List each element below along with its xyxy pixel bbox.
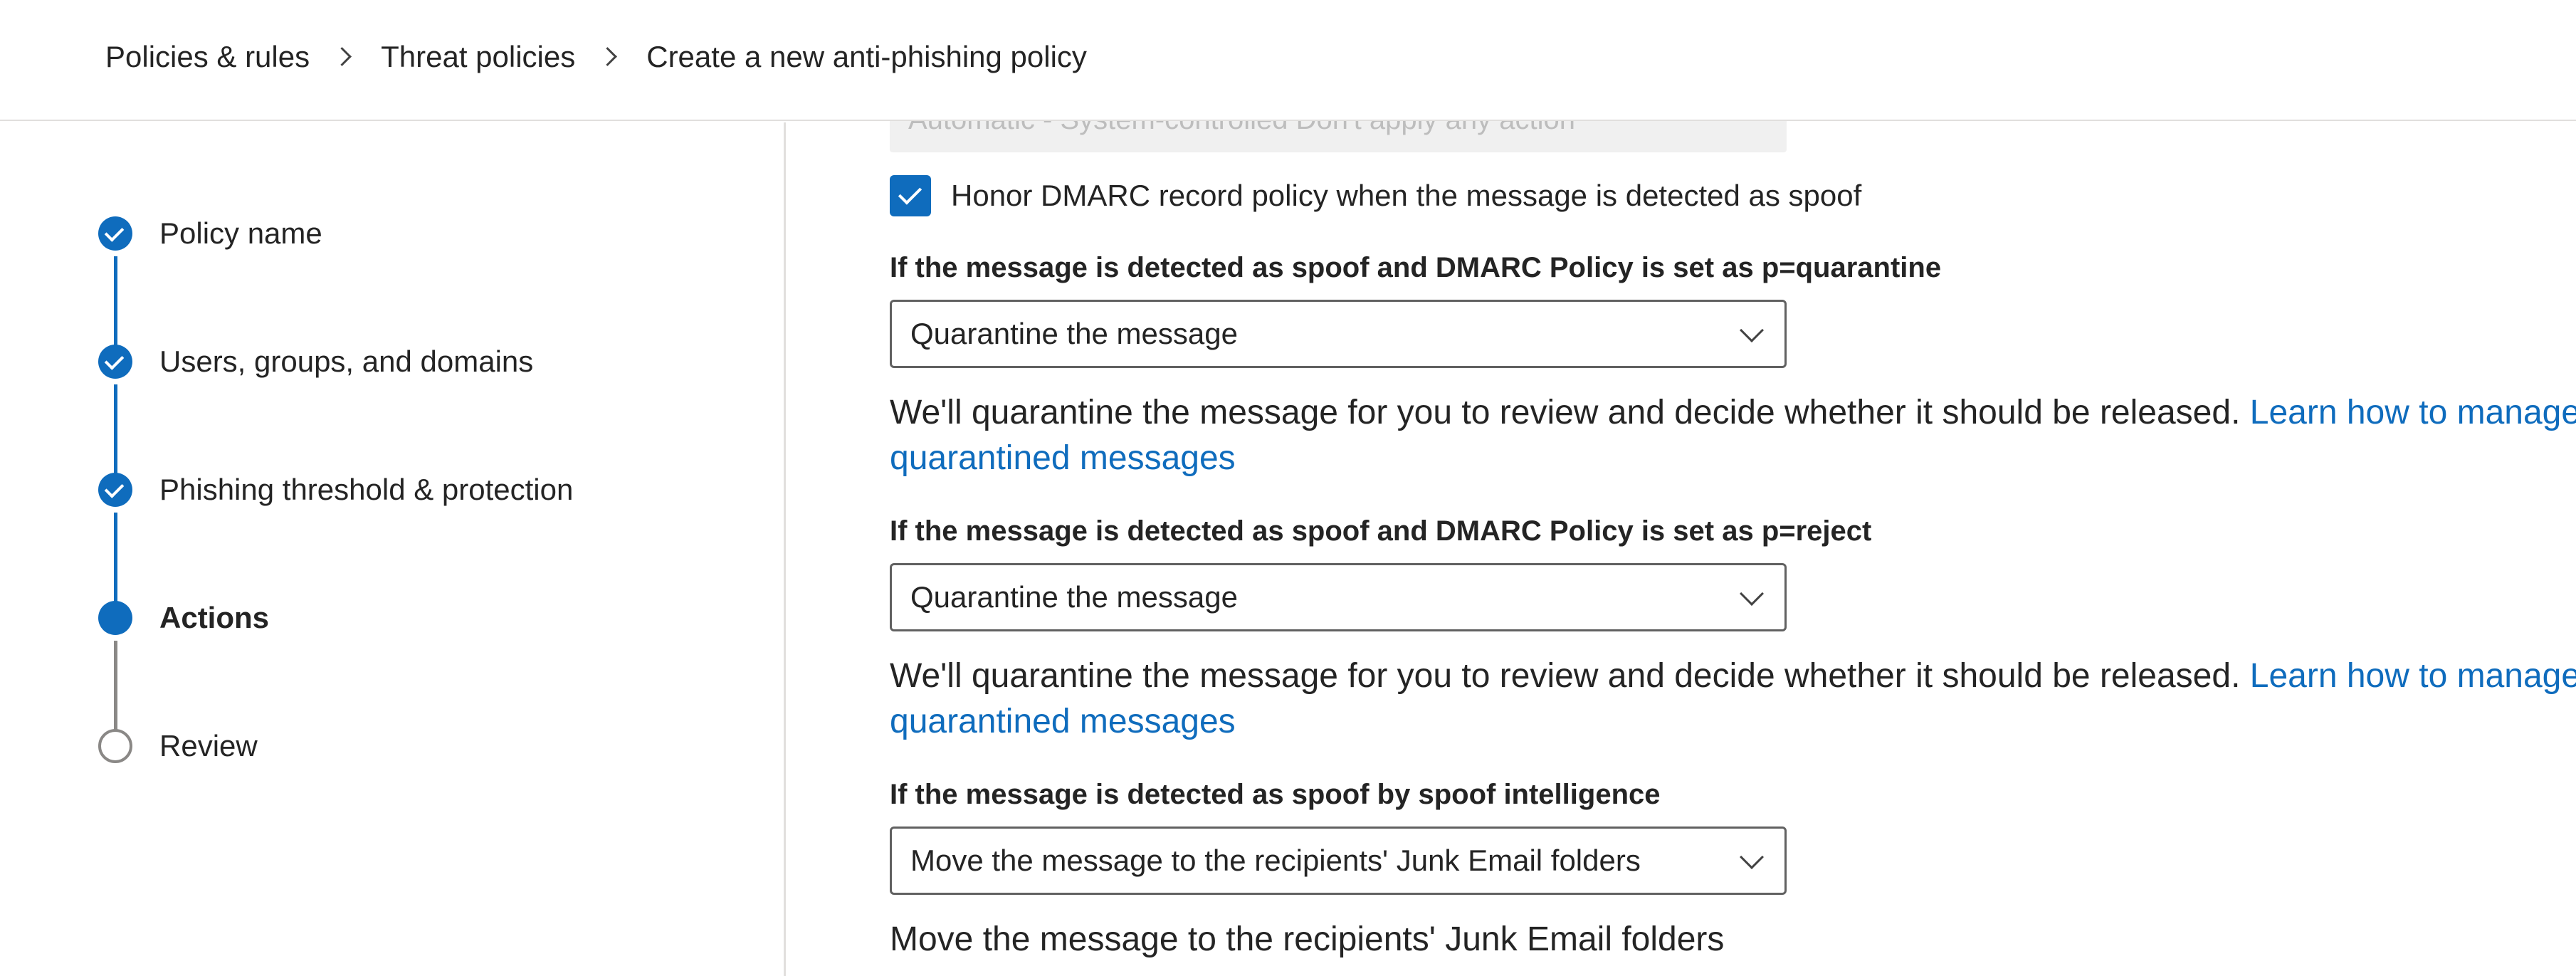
chevron-right-icon xyxy=(591,41,631,73)
step-connector xyxy=(114,384,117,476)
dmarc-quarantine-description: We'll quarantine the message for you to … xyxy=(890,390,2576,481)
dropdown-value: Quarantine the message xyxy=(910,317,1238,350)
dmarc-quarantine-dropdown[interactable]: Quarantine the message xyxy=(890,300,1787,368)
step-connector xyxy=(114,256,117,347)
step-complete-check-icon xyxy=(98,216,132,251)
step-current-dot-icon xyxy=(98,601,132,635)
step-connector xyxy=(114,513,117,604)
honor-dmarc-label: Honor DMARC record policy when the messa… xyxy=(951,179,1862,212)
dropdown-value: Quarantine the message xyxy=(910,580,1238,614)
breadcrumb-current: Create a new anti-phishing policy xyxy=(646,40,1087,73)
step-pending-circle-icon xyxy=(98,729,132,763)
wizard-step-actions[interactable]: Actions xyxy=(98,600,269,636)
step-label: Policy name xyxy=(159,216,322,250)
dropdown-value: Move the message to the recipients' Junk… xyxy=(910,844,1641,877)
step-label: Review xyxy=(159,729,258,762)
dmarc-reject-dropdown[interactable]: Quarantine the message xyxy=(890,563,1787,631)
wizard-step-review[interactable]: Review xyxy=(98,728,258,764)
spoof-intelligence-label: If the message is detected as spoof by s… xyxy=(890,779,1661,810)
wizard-step-policy-name[interactable]: Policy name xyxy=(98,216,322,251)
step-label: Users, groups, and domains xyxy=(159,345,534,378)
dmarc-quarantine-label: If the message is detected as spoof and … xyxy=(890,252,1942,283)
wizard-step-phishing-threshold[interactable]: Phishing threshold & protection xyxy=(98,472,573,508)
chevron-down-icon xyxy=(1740,582,1764,606)
chevron-down-icon xyxy=(1740,318,1764,342)
breadcrumb-threat-policies[interactable]: Threat policies xyxy=(381,40,575,74)
description-text: We'll quarantine the message for you to … xyxy=(890,394,2250,431)
honor-dmarc-checkbox-row[interactable]: Honor DMARC record policy when the messa… xyxy=(890,175,1861,216)
wizard-step-users-groups-domains[interactable]: Users, groups, and domains xyxy=(98,344,533,379)
description-text: We'll quarantine the message for you to … xyxy=(890,657,2250,695)
step-complete-check-icon xyxy=(98,345,132,379)
honor-dmarc-checkbox[interactable] xyxy=(890,175,931,216)
dmarc-reject-description: We'll quarantine the message for you to … xyxy=(890,654,2576,745)
spoof-intelligence-description: Move the message to the recipients' Junk… xyxy=(890,920,1725,958)
spoof-intelligence-dropdown[interactable]: Move the message to the recipients' Junk… xyxy=(890,827,1787,895)
step-complete-check-icon xyxy=(98,473,132,507)
wizard-steps-panel: Policy name Users, groups, and domains P… xyxy=(0,122,786,976)
page-header: Policies & rules Threat policies Create … xyxy=(0,0,2576,121)
step-connector xyxy=(114,641,117,732)
breadcrumb-policies-rules[interactable]: Policies & rules xyxy=(105,40,310,74)
step-label: Actions xyxy=(159,601,270,634)
step-label: Phishing threshold & protection xyxy=(159,473,574,506)
breadcrumb: Policies & rules Threat policies Create … xyxy=(105,40,1087,74)
dmarc-reject-label: If the message is detected as spoof and … xyxy=(890,515,1872,547)
actions-form: Automatic - System-controlled Don't appl… xyxy=(788,0,2576,976)
chevron-right-icon xyxy=(325,41,365,73)
chevron-down-icon xyxy=(1740,845,1764,869)
